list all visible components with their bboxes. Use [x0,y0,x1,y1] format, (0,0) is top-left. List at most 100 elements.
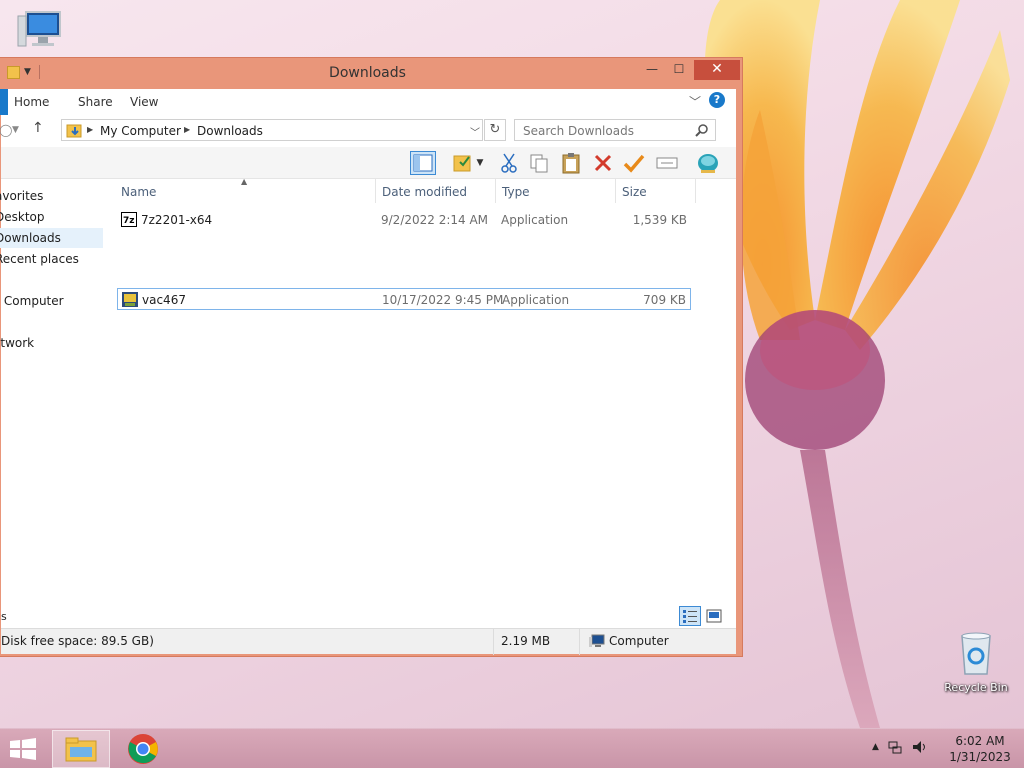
rename-icon [656,157,678,169]
refresh-button[interactable]: ↻ [484,119,506,141]
recent-locations-dropdown[interactable]: ▼ [12,125,19,135]
large-icons-view-button[interactable] [703,606,725,626]
command-toolbar: ▼ [1,147,736,179]
copy-icon [530,154,548,173]
back-button[interactable]: ◯ [0,123,12,137]
computer-icon [589,634,605,647]
volume-icon[interactable] [911,739,927,755]
content-area: avorites Desktop Downloads Recent places… [0,177,736,627]
clock-date: 1/31/2023 [949,750,1011,764]
status-free-space: Disk free space: 89.5 GB) [1,634,154,648]
file-type: Application [502,293,570,307]
search-placeholder: Search Downloads [523,124,634,138]
delete-x-icon [594,154,612,172]
file-row-selected[interactable]: vac467 10/17/2022 9:45 PM Application 70… [117,288,691,310]
scissors-icon [501,153,517,173]
breadcrumb-separator-icon[interactable]: ▶ [87,125,93,134]
start-windows-icon[interactable] [8,737,38,761]
globe-icon [698,154,718,173]
network-icon[interactable] [887,739,903,755]
file-date: 9/2/2022 2:14 AM [381,213,489,227]
minimize-button[interactable]: — [639,60,665,80]
select-all-button[interactable] [621,151,647,175]
help-icon[interactable]: ? [709,92,725,108]
tab-view[interactable]: View [130,95,158,109]
navigation-pane: avorites Desktop Downloads Recent places… [0,179,111,627]
system-tray: ▲ [872,739,927,755]
taskbar-clock[interactable]: 6:02 AM 1/31/2023 [940,733,1020,765]
nav-desktop[interactable]: Desktop [0,210,45,224]
recycle-bin-icon [961,632,991,675]
column-divider[interactable] [375,179,376,203]
large-icons-view-icon [706,609,722,623]
svg-text:7z: 7z [123,216,135,226]
file-name: 7z2201-x64 [141,213,213,227]
nav-my-computer[interactable]: y Computer [0,294,64,308]
breadcrumb-downloads[interactable]: Downloads [197,124,263,138]
taskbar-chrome[interactable] [114,730,172,768]
status-divider [579,629,580,655]
column-divider[interactable] [495,179,496,203]
copy-button[interactable] [526,151,552,175]
cut-button[interactable] [496,151,522,175]
title-bar[interactable]: ▼ Downloads — ☐ ✕ [0,58,742,88]
maximize-button[interactable]: ☐ [666,60,692,80]
nav-network[interactable]: etwork [0,336,34,350]
clipboard-icon [562,153,580,174]
breadcrumb-separator-icon[interactable]: ▶ [184,125,190,134]
recycle-bin[interactable]: Recycle Bin [940,630,1012,694]
7zip-app-icon: 7z [121,212,137,227]
file-row[interactable]: 7z 7z2201-x64 9/2/2022 2:14 AM Applicati… [117,209,691,231]
close-button[interactable]: ✕ [694,60,740,80]
properties-dropdown[interactable]: ▼ [473,151,487,175]
file-size: 709 KB [643,293,686,307]
paste-button[interactable] [558,151,584,175]
item-count: s [1,610,7,623]
file-list: ▲ Name Date modified Type Size 7z 7z2201… [113,177,736,627]
preview-pane-icon [413,154,433,172]
breadcrumb-my-computer[interactable]: My Computer [100,124,181,138]
search-box[interactable]: Search Downloads [514,119,716,141]
up-button[interactable]: ↑ [32,120,44,136]
column-header-type[interactable]: Type [502,185,530,199]
status-bar: Disk free space: 89.5 GB) 2.19 MB Comput… [1,628,736,655]
column-divider[interactable] [615,179,616,203]
details-view-button[interactable] [679,606,701,626]
ribbon-expand-chevron-icon[interactable]: ﹀ [689,93,701,110]
network-button[interactable] [695,151,721,175]
nav-recent-places[interactable]: Recent places [0,252,79,266]
address-bar[interactable]: ▶ My Computer ▶ Downloads ﹀ [61,119,483,141]
address-dropdown-chevron-icon[interactable]: ﹀ [470,124,480,139]
desktop-computer-icon[interactable] [10,8,70,55]
tab-home[interactable]: Home [14,95,49,109]
taskbar-file-explorer[interactable] [52,730,110,768]
search-icon[interactable] [695,123,709,137]
column-header-name[interactable]: Name [121,185,156,199]
window-title: Downloads [329,65,406,81]
checkmark-icon [623,154,645,173]
chrome-icon [128,734,158,764]
tab-share[interactable]: Share [78,95,113,109]
file-type: Application [501,213,569,227]
view-bar: s [1,606,736,628]
status-divider [493,629,494,655]
nav-favorites[interactable]: avorites [0,189,43,203]
rename-button[interactable] [654,151,680,175]
column-header-date-modified[interactable]: Date modified [382,185,467,199]
address-bar-row: ◯ ▼ ↑ ▶ My Computer ▶ Downloads ﹀ ↻ Sear… [0,115,736,147]
computer-icon [17,11,61,47]
file-name: vac467 [142,293,186,307]
layout-pane-button[interactable] [410,151,436,175]
explorer-window[interactable]: ▼ Downloads — ☐ ✕ Home Share View ﹀ ? ◯ … [0,57,743,657]
file-tab[interactable] [0,89,8,115]
recycle-bin-label: Recycle Bin [944,681,1008,694]
file-explorer-icon [65,737,97,762]
nav-downloads[interactable]: Downloads [0,228,103,248]
column-header-size[interactable]: Size [622,185,647,199]
setup-app-icon [122,292,138,307]
file-size: 1,539 KB [632,213,687,227]
show-hidden-icons-icon[interactable]: ▲ [872,742,879,752]
delete-button[interactable] [590,151,616,175]
taskbar: ▲ 6:02 AM 1/31/2023 [0,728,1024,768]
column-divider[interactable] [695,179,696,203]
